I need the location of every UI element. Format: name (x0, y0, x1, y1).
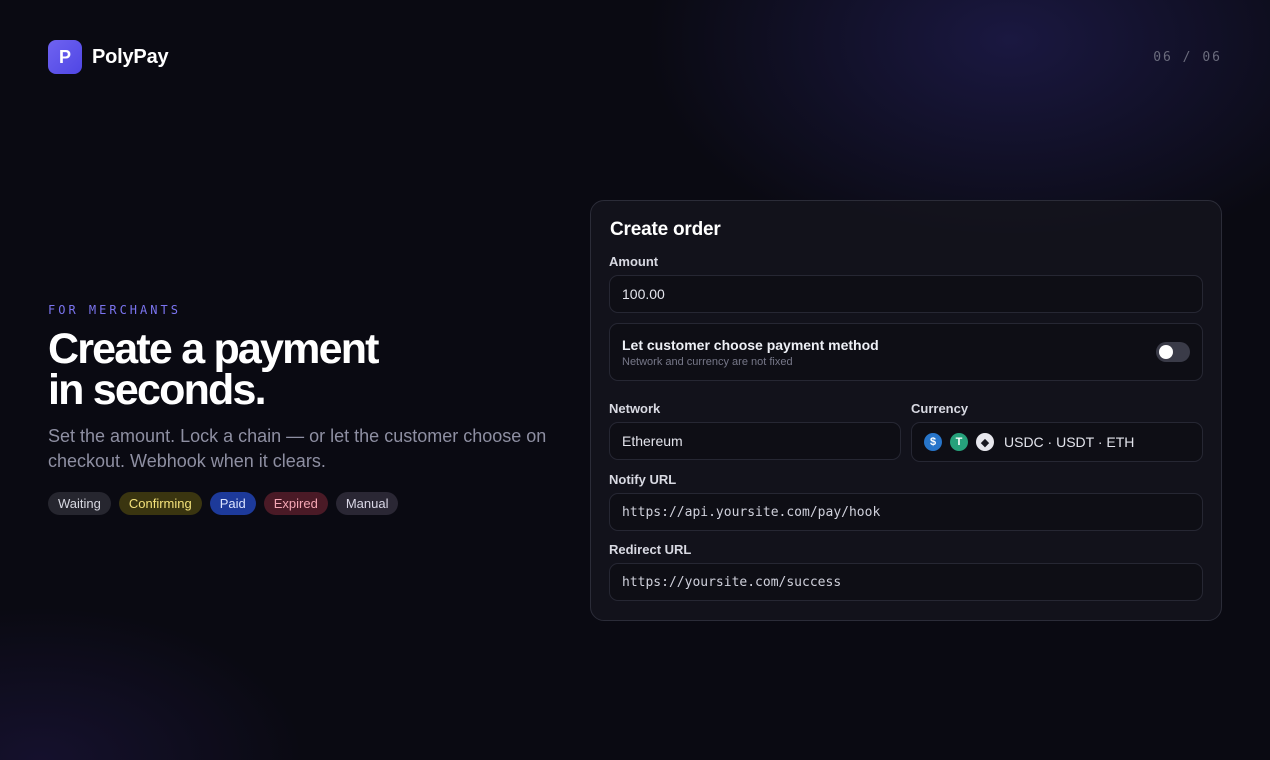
eth-icon: ◆ (976, 433, 994, 451)
toggle-knob (1159, 345, 1173, 359)
redirect-url-value: https://yoursite.com/success (622, 574, 842, 590)
status-badges: Waiting Confirming Paid Expired Manual (48, 492, 568, 515)
redirect-url-input[interactable]: https://yoursite.com/success (609, 563, 1203, 601)
amount-value: 100.00 (622, 286, 665, 302)
brand[interactable]: P PolyPay (48, 40, 169, 74)
notify-url-label: Notify URL (609, 472, 677, 487)
subtext: Set the amount. Lock a chain — or let th… (48, 426, 547, 471)
network-select[interactable]: Ethereum (609, 422, 901, 460)
eyebrow: FOR MERCHANTS (48, 303, 181, 317)
usdc-icon: $ (924, 433, 942, 451)
currency-label: Currency (911, 401, 969, 416)
usdt-icon: T (950, 433, 968, 451)
redirect-url-label: Redirect URL (609, 542, 692, 557)
choose-method-text: Let customer choose payment method Netwo… (622, 337, 879, 368)
status-badge-waiting: Waiting (48, 492, 111, 515)
currency-select[interactable]: $ T ◆ USDC · USDT · ETH (911, 422, 1203, 462)
currency-value: USDC · USDT · ETH (1004, 434, 1135, 450)
choose-method-toggle[interactable] (1156, 342, 1190, 362)
amount-input[interactable]: 100.00 (609, 275, 1203, 313)
network-label: Network (609, 401, 661, 416)
notify-url-input[interactable]: https://api.yoursite.com/pay/hook (609, 493, 1203, 531)
choose-method-row[interactable]: Let customer choose payment method Netwo… (609, 323, 1203, 381)
notify-url-value: https://api.yoursite.com/pay/hook (622, 504, 881, 520)
status-badge-paid: Paid (209, 492, 256, 515)
polypay-logo-icon: P (48, 40, 82, 74)
choose-method-title: Let customer choose payment method (622, 336, 879, 353)
status-badge-manual: Manual (335, 492, 399, 515)
hero-section: FOR MERCHANTS Create a payment in second… (48, 303, 568, 515)
headline: Create a payment in seconds. (48, 325, 379, 414)
brand-name: PolyPay (92, 45, 169, 68)
status-badge-confirming: Confirming (118, 492, 202, 515)
amount-label: Amount (609, 254, 659, 269)
page-counter: 06 / 06 (1153, 50, 1222, 65)
network-value: Ethereum (622, 433, 683, 449)
create-order-card: Create order Amount 100.00 Let customer … (590, 200, 1222, 621)
card-title: Create order (610, 219, 721, 240)
status-badge-expired: Expired (263, 492, 328, 515)
choose-method-subtitle: Network and currency are not fixed (622, 355, 793, 368)
